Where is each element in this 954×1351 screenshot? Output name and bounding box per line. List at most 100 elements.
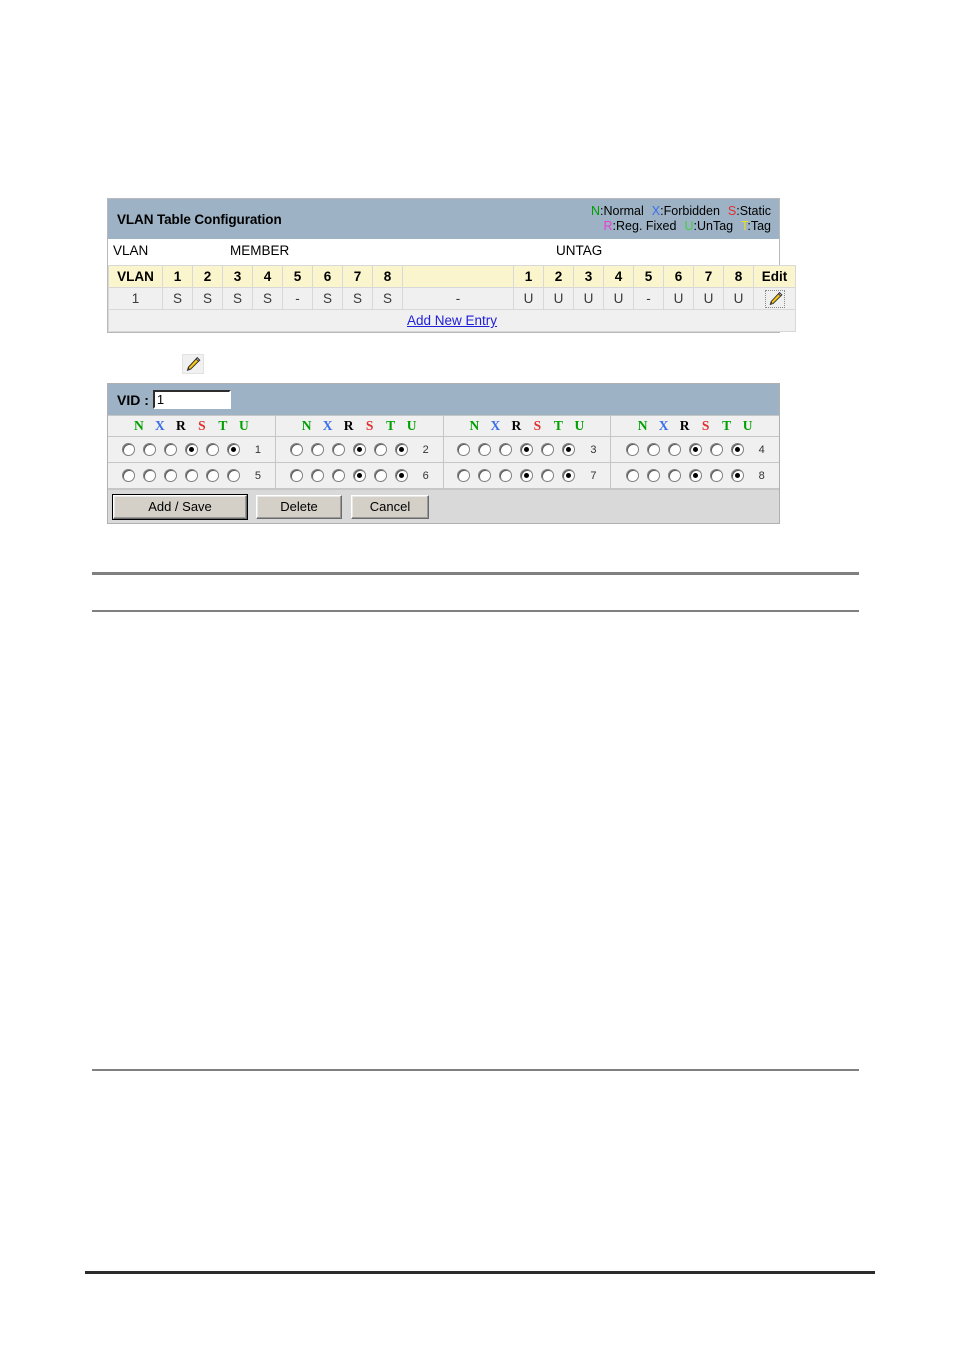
- cancel-button[interactable]: Cancel: [351, 494, 429, 519]
- footer-divider: [85, 1271, 875, 1274]
- cell-member-6: S: [312, 287, 343, 310]
- cell-untag-6: U: [663, 287, 694, 310]
- radio-port-4-n[interactable]: [625, 443, 639, 456]
- vlan-table-configuration-panel: VLAN Table Configuration N:Normal X:Forbi…: [107, 198, 796, 333]
- header-member-port-1: 1: [162, 265, 193, 288]
- port-row-6: 6: [275, 463, 444, 489]
- port-number-label-3: 3: [590, 443, 597, 456]
- radio-port-1-n[interactable]: [121, 443, 135, 456]
- radio-port-2-x[interactable]: [310, 443, 324, 456]
- mode-label-s: S: [533, 418, 542, 433]
- radio-port-4-s[interactable]: [688, 443, 702, 456]
- radio-port-4-u[interactable]: [730, 443, 744, 456]
- port-mode-header-3: NXRSTU: [443, 416, 612, 437]
- radio-port-6-r[interactable]: [331, 469, 345, 482]
- radio-port-2-s[interactable]: [352, 443, 366, 456]
- radio-port-5-s[interactable]: [184, 469, 198, 482]
- mode-label-n: N: [301, 418, 312, 433]
- mode-label-u: U: [239, 418, 249, 433]
- radio-port-3-n[interactable]: [457, 443, 471, 456]
- radio-port-1-t[interactable]: [205, 443, 219, 456]
- group-label-vlan: VLAN: [113, 243, 149, 258]
- radio-port-1-r[interactable]: [163, 443, 177, 456]
- button-bar: Add / Save Delete Cancel: [108, 489, 779, 523]
- header-untag-port-8: 8: [723, 265, 754, 288]
- cell-untag-3: U: [573, 287, 604, 310]
- radio-port-8-u[interactable]: [730, 469, 744, 482]
- radio-port-7-u[interactable]: [562, 469, 576, 482]
- radio-port-6-n[interactable]: [289, 469, 303, 482]
- radio-port-8-n[interactable]: [625, 469, 639, 482]
- cell-untag-1: U: [513, 287, 544, 310]
- cell-untag-5: -: [633, 287, 664, 310]
- radio-port-7-r[interactable]: [499, 469, 513, 482]
- radio-port-8-r[interactable]: [667, 469, 681, 482]
- mode-label-x: X: [490, 418, 501, 433]
- mode-label-s: S: [701, 418, 710, 433]
- delete-button[interactable]: Delete: [256, 494, 342, 519]
- add-new-entry-link[interactable]: Add New Entry: [407, 313, 497, 328]
- radio-port-7-s[interactable]: [520, 469, 534, 482]
- radio-port-8-s[interactable]: [688, 469, 702, 482]
- radio-port-2-t[interactable]: [373, 443, 387, 456]
- mode-label-r: R: [511, 418, 522, 433]
- radio-port-4-t[interactable]: [709, 443, 723, 456]
- radio-port-6-t[interactable]: [373, 469, 387, 482]
- mode-label-u: U: [406, 418, 417, 433]
- radio-port-2-n[interactable]: [289, 443, 303, 456]
- radio-port-7-t[interactable]: [541, 469, 555, 482]
- port-row-1: 1: [108, 437, 276, 463]
- cell-member-2: S: [192, 287, 223, 310]
- pencil-icon[interactable]: [182, 354, 204, 374]
- cell-untag-4: U: [603, 287, 634, 310]
- edit-row-button[interactable]: [753, 287, 796, 310]
- add-save-button[interactable]: Add / Save: [112, 493, 248, 520]
- radio-port-5-t[interactable]: [205, 469, 219, 482]
- table-row: 1 S S S S - S S S - U U U U - U U U: [108, 287, 796, 310]
- radio-port-1-u[interactable]: [226, 443, 240, 456]
- radio-port-5-n[interactable]: [121, 469, 135, 482]
- radio-port-3-t[interactable]: [541, 443, 555, 456]
- port-row-2: 2: [275, 437, 444, 463]
- radio-port-2-u[interactable]: [394, 443, 408, 456]
- radio-port-1-s[interactable]: [184, 443, 198, 456]
- header-untag-port-3: 3: [573, 265, 604, 288]
- radio-port-6-x[interactable]: [310, 469, 324, 482]
- mode-label-r: R: [343, 418, 354, 433]
- legend-text-tag: :Tag: [747, 219, 771, 233]
- radio-port-5-r[interactable]: [163, 469, 177, 482]
- radio-port-4-r[interactable]: [667, 443, 681, 456]
- mode-label-r: R: [679, 418, 690, 433]
- port-number-label-8: 8: [758, 469, 765, 482]
- radio-port-1-x[interactable]: [142, 443, 156, 456]
- vid-bar: VID :: [108, 384, 779, 415]
- radio-port-2-r[interactable]: [331, 443, 345, 456]
- radio-port-6-u[interactable]: [394, 469, 408, 482]
- radio-port-8-t[interactable]: [709, 469, 723, 482]
- vlan-table: VLAN 1 2 3 4 5 6 7 8 1 2 3 4 5 6 7 8 Edi…: [108, 265, 796, 332]
- legend: N:Normal X:Forbidden S:Static R:Reg. Fixed…: [591, 204, 771, 234]
- add-new-entry-row: Add New Entry: [108, 309, 796, 332]
- radio-port-5-x[interactable]: [142, 469, 156, 482]
- group-label-row: VLAN MEMBER UNTAG: [108, 239, 779, 265]
- radio-port-5-u[interactable]: [226, 469, 240, 482]
- radio-port-7-x[interactable]: [478, 469, 492, 482]
- radio-port-3-u[interactable]: [562, 443, 576, 456]
- radio-port-7-n[interactable]: [457, 469, 471, 482]
- add-new-entry-cell: Add New Entry: [108, 309, 796, 332]
- header-member-port-3: 3: [222, 265, 253, 288]
- port-number-label-7: 7: [590, 469, 597, 482]
- header-untag-port-7: 7: [693, 265, 724, 288]
- radio-port-4-x[interactable]: [646, 443, 660, 456]
- pencil-icon[interactable]: [764, 289, 785, 308]
- cell-member-3: S: [222, 287, 253, 310]
- legend-text-normal: :Normal: [600, 204, 644, 218]
- legend-key-u: U: [684, 219, 694, 233]
- cell-member-8: S: [372, 287, 403, 310]
- radio-port-3-r[interactable]: [499, 443, 513, 456]
- radio-port-3-x[interactable]: [478, 443, 492, 456]
- radio-port-8-x[interactable]: [646, 469, 660, 482]
- vid-input[interactable]: [152, 390, 231, 409]
- radio-port-6-s[interactable]: [352, 469, 366, 482]
- radio-port-3-s[interactable]: [520, 443, 534, 456]
